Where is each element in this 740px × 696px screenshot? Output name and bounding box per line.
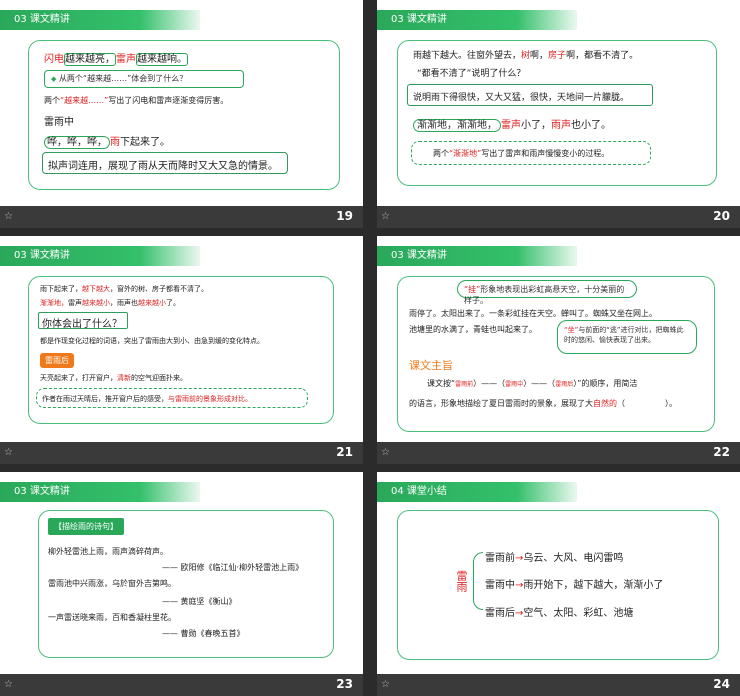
slide-20[interactable]: 03 课文精讲 雨越下越大。往窗外望去，树啊，房子啊，都看不清了。 “都看不清了… — [377, 0, 740, 228]
text-line: 天亮起来了，打开窗户，清新的空气迎面扑来。 — [40, 374, 187, 382]
poem-source: —— 曹勋《春晚五首》 — [162, 629, 245, 638]
poem-line: 一声雷送晓来雨，百和香凝柱里花。 — [48, 613, 176, 622]
diamond-icon: ◆ — [51, 75, 57, 83]
slide-footer: ☆ 21 — [0, 442, 363, 464]
star-icon: ☆ — [4, 211, 13, 222]
text-line: 渐渐地，渐渐地， 雷声小了，雨声也小了。 — [413, 116, 611, 132]
answer-text: 拟声词连用，展现了雨从天而降时又大又急的情景。 — [48, 161, 278, 172]
text-line: 哗，哗，哗， 雨下起来了。 — [44, 133, 170, 149]
summary-center: 雷雨 — [455, 570, 468, 592]
slide-22[interactable]: 03 课文精讲 “挂”形象地表现出彩虹高悬天空，十分美丽的样子。 雨停了。太阳出… — [377, 236, 740, 464]
answer-text: 两个“渐渐地”写出了雷声和雨声慢慢变小的过程。 — [433, 149, 610, 158]
slide-footer: ☆ 19 — [0, 206, 363, 228]
page-number: 21 — [336, 445, 353, 459]
stage-tag: 雷雨后 — [40, 353, 74, 368]
question-text: 你体会出了什么？ — [42, 319, 122, 330]
answer-text: 作者在雨过天晴后，推开窗户后的感受，与雷雨前的景象形成对比。 — [42, 395, 252, 403]
text-line: 雷雨中 — [44, 117, 74, 128]
text-line: 雨越下越大。往窗外望去，树啊，房子啊，都看不清了。 — [413, 51, 639, 61]
poem-source: —— 欧阳修《临江仙·柳外轻雷池上雨》 — [162, 563, 304, 572]
slide-header: 03 课文精讲 — [0, 10, 200, 30]
text-line: 池塘里的水满了，青蛙也叫起来了。 — [409, 325, 537, 334]
summary-row: 雷雨中→雨开始下，越下越大，渐渐小了 — [485, 580, 664, 591]
slide-footer: ☆ 24 — [377, 674, 740, 696]
slide-header: 03 课文精讲 — [377, 246, 577, 266]
slide-header: 04 课堂小结 — [377, 482, 577, 502]
page-number: 23 — [336, 677, 353, 691]
slide-21[interactable]: 03 课文精讲 雨下起来了，越下越大，窗外的树、房子都看不清了。 渐渐地，雷声越… — [0, 236, 363, 464]
text-line: “都看不清了”说明了什么？ — [417, 69, 526, 79]
star-icon: ☆ — [381, 447, 390, 458]
text-line: 都是作现变化过程的词语，突出了雷雨由大到小、由急到缓的变化特点。 — [40, 337, 264, 345]
text-line: 两个“越来越……”写出了闪电和雷声逐渐变得厉害。 — [44, 96, 229, 105]
annotation-callout: “坐”与前面的“逃”进行对比，把蜘蛛此时的悠闲、愉快表现了出来。 — [557, 320, 697, 354]
page-number: 20 — [713, 209, 730, 223]
section-tag: 【描绘雨的诗句】 — [48, 518, 124, 535]
slide-header: 03 课文精讲 — [377, 10, 577, 30]
slide-19[interactable]: 03 课文精讲 闪电越来越亮，雷声越来越响。 ◆ 从两个“越来越……”体会到了什… — [0, 0, 363, 228]
summary-row: 雷雨后→空气、太阳、彩虹、池塘 — [485, 608, 634, 619]
annotation-callout: “挂”形象地表现出彩虹高悬天空，十分美丽的样子。 — [457, 280, 637, 305]
question-callout: ◆ 从两个“越来越……”体会到了什么？ — [44, 70, 244, 88]
summary-row: 雷雨前→乌云、大风、电闪雷鸣 — [485, 553, 624, 564]
page-number: 22 — [713, 445, 730, 459]
text-line: 的语言，形象地描绘了夏日雷雨时的景象，展现了大自然的（）。 — [409, 399, 677, 408]
slide-23[interactable]: 03 课文精讲 【描绘雨的诗句】 柳外轻雷池上雨，雨声滴碎荷声。 —— 欧阳修《… — [0, 472, 363, 696]
page-number: 19 — [336, 209, 353, 223]
section-title: 课文主旨 — [409, 359, 453, 372]
page-number: 24 — [713, 677, 730, 691]
slide-footer: ☆ 22 — [377, 442, 740, 464]
text-line: 雨下起来了，越下越大，窗外的树、房子都看不清了。 — [40, 285, 208, 293]
slide-footer: ☆ 20 — [377, 206, 740, 228]
star-icon: ☆ — [4, 447, 13, 458]
slide-header: 03 课文精讲 — [0, 482, 200, 502]
text-line: 课文按“雷雨前）——（雷雨中）——（雷雨后）”的顺序，用简洁 — [427, 379, 638, 388]
answer-text: 说明雨下得很快，又大又猛，很快，天地间一片朦胧。 — [413, 93, 630, 103]
star-icon: ☆ — [381, 211, 390, 222]
text-line: 雨停了。太阳出来了。一条彩虹挂在天空。蝉叫了。蜘蛛又坐在网上。 — [409, 309, 657, 318]
slide-footer: ☆ 23 — [0, 674, 363, 696]
star-icon: ☆ — [4, 679, 13, 690]
poem-source: —— 黄庭坚《衡山》 — [162, 597, 237, 606]
star-icon: ☆ — [381, 679, 390, 690]
poem-line: 雷雨池中兴雨涨，乌於窗外吉第鸣。 — [48, 579, 176, 588]
slide-header: 03 课文精讲 — [0, 246, 200, 266]
summary-bracket — [473, 552, 483, 610]
text-line: 渐渐地，雷声越来越小，雨声也越来越小了。 — [40, 299, 180, 307]
text-line: 闪电越来越亮，雷声越来越响。 — [44, 53, 188, 66]
poem-line: 柳外轻雷池上雨，雨声滴碎荷声。 — [48, 547, 168, 556]
slide-24[interactable]: 04 课堂小结 雷雨 雷雨前→乌云、大风、电闪雷鸣 雷雨中→雨开始下，越下越大，… — [377, 472, 740, 696]
